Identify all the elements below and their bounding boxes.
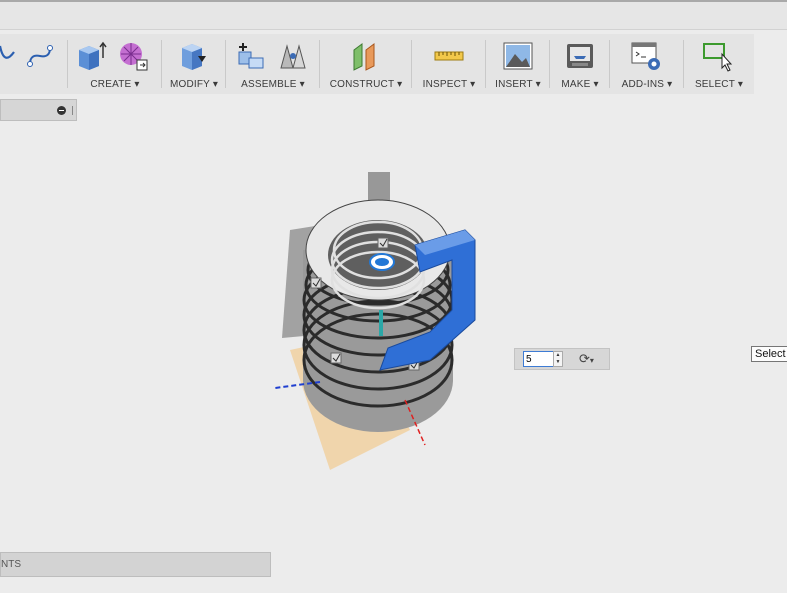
rotate-icon: ⟳: [579, 351, 590, 366]
joint-icon[interactable]: [277, 40, 309, 72]
sketch-arc-icon[interactable]: [0, 40, 24, 72]
insert-group: INSERT ▾: [486, 34, 550, 94]
add-ins-group: ADD-INS ▾: [610, 34, 684, 94]
sketch-spline-icon[interactable]: [24, 40, 56, 72]
ribbon-toolbar: CREATE ▾ MODIFY ▾ ASSEMBLE ▾ CONSTRUCT ▾: [0, 34, 754, 94]
insert-menu[interactable]: INSERT ▾: [486, 79, 550, 90]
insert-image-icon[interactable]: [502, 40, 534, 72]
3d-print-icon[interactable]: [564, 40, 596, 72]
modify-group: MODIFY ▾: [162, 34, 226, 94]
form-icon[interactable]: [117, 40, 149, 72]
collapse-icon[interactable]: [57, 106, 66, 115]
title-bar: [0, 0, 787, 30]
make-menu[interactable]: MAKE ▾: [550, 79, 610, 90]
select-window-icon[interactable]: [702, 40, 734, 72]
browser-panel-header[interactable]: [0, 99, 77, 121]
new-component-icon[interactable]: [235, 40, 267, 72]
inspect-group: INSPECT ▾: [412, 34, 486, 94]
create-menu[interactable]: CREATE ▾: [68, 79, 162, 90]
scripts-icon[interactable]: [630, 40, 662, 72]
sketch-group: [0, 34, 68, 94]
measure-icon[interactable]: [433, 40, 465, 72]
quantity-input[interactable]: [523, 351, 555, 367]
create-group: CREATE ▾: [68, 34, 162, 94]
model-viewport[interactable]: [260, 160, 500, 470]
add-ins-menu[interactable]: ADD-INS ▾: [610, 79, 684, 90]
construct-group: CONSTRUCT ▾: [320, 34, 412, 94]
press-pull-icon[interactable]: [176, 40, 208, 72]
offset-plane-icon[interactable]: [350, 40, 382, 72]
assemble-menu[interactable]: ASSEMBLE ▾: [226, 79, 320, 90]
select-tooltip: Select: [751, 346, 787, 362]
z-axis-line: [379, 310, 383, 336]
make-group: MAKE ▾: [550, 34, 610, 94]
assemble-group: ASSEMBLE ▾: [226, 34, 320, 94]
construct-menu[interactable]: CONSTRUCT ▾: [320, 79, 412, 90]
comments-panel-header[interactable]: NTS: [0, 552, 271, 577]
modify-menu[interactable]: MODIFY ▾: [162, 79, 226, 90]
select-group: SELECT ▾: [684, 34, 754, 94]
panel-grip[interactable]: [72, 106, 73, 115]
select-menu[interactable]: SELECT ▾: [684, 79, 754, 90]
rotate-dropdown[interactable]: ⟳▾: [579, 350, 607, 368]
inspect-menu[interactable]: INSPECT ▾: [412, 79, 486, 90]
extrude-icon[interactable]: [75, 40, 107, 72]
pattern-quantity-control: ▲▼ ⟳▾: [514, 348, 610, 370]
chevron-down-icon: ▾: [589, 356, 594, 365]
quantity-spinner[interactable]: ▲ ▼: [553, 351, 563, 367]
